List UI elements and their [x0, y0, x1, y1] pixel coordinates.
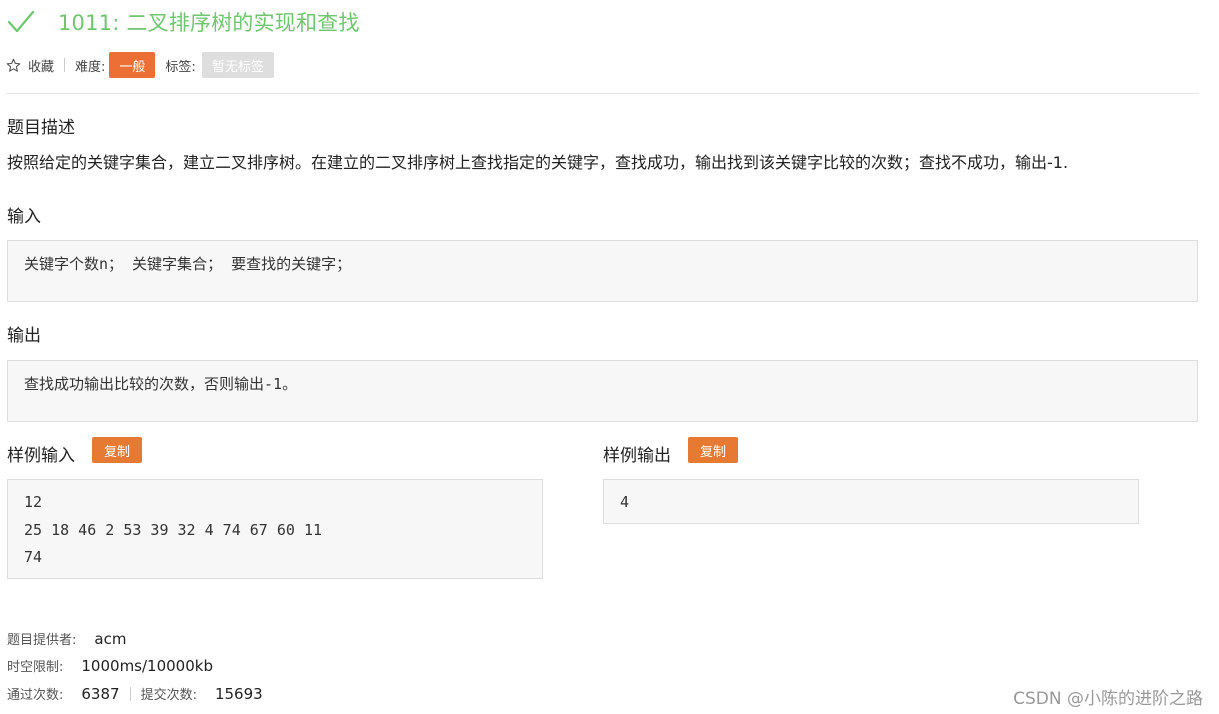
accepted-label: 通过次数:: [7, 688, 64, 703]
favorite-button[interactable]: 收藏: [6, 56, 54, 75]
input-description-text: 关键字个数n； 关键字集合； 要查找的关键字；: [24, 255, 352, 273]
description-heading: 题目描述: [7, 118, 75, 138]
output-heading: 输出: [7, 326, 41, 346]
sample-output-line: 4: [620, 493, 630, 511]
provider-value: acm: [94, 629, 127, 648]
submitted-value: 15693: [214, 684, 263, 703]
provider-row: 题目提供者: acm: [7, 629, 127, 649]
limit-value: 1000ms/10000kb: [81, 656, 213, 675]
submission-stats-row: 通过次数: 6387 提交次数: 15693: [7, 684, 263, 704]
input-description-box: 关键字个数n； 关键字集合； 要查找的关键字；: [7, 240, 1198, 302]
input-heading: 输入: [7, 207, 41, 227]
description-text: 按照给定的关键字集合，建立二叉排序树。在建立的二叉排序树上查找指定的关键字，查找…: [7, 153, 1069, 172]
meta-row: 收藏 难度: 一般 标签: 暂无标签: [6, 52, 274, 78]
sample-input-heading: 样例输入: [7, 446, 75, 466]
provider-label: 题目提供者:: [7, 633, 77, 648]
favorite-label: 收藏: [28, 59, 55, 75]
limit-row: 时空限制: 1000ms/10000kb: [7, 656, 213, 676]
stats-divider: [129, 686, 131, 701]
tags-badge: 暂无标签: [201, 52, 274, 78]
header-divider: [6, 93, 1199, 94]
check-icon: [7, 10, 35, 33]
problem-page: 1011: 二叉排序树的实现和查找 收藏 难度: 一般 标签: 暂无标签 题目描…: [0, 0, 1219, 714]
sample-input-lines: 12 25 18 46 2 53 39 32 4 74 67 60 11 74: [24, 489, 322, 572]
limit-label: 时空限制:: [7, 660, 64, 675]
copy-sample-output-button[interactable]: 复制: [688, 437, 738, 463]
difficulty-badge: 一般: [109, 52, 156, 78]
sample-input-line: 12: [24, 493, 43, 511]
sample-input-line: 25 18 46 2 53 39 32 4 74 67 60 11: [24, 520, 323, 539]
sample-input-box: 12 25 18 46 2 53 39 32 4 74 67 60 11 74: [7, 479, 543, 579]
difficulty-label: 难度:: [75, 59, 106, 75]
title-row: 1011: 二叉排序树的实现和查找: [6, 4, 360, 40]
output-description-box: 查找成功输出比较的次数，否则输出-1。: [7, 360, 1198, 422]
sample-output-lines: 4: [620, 489, 629, 517]
star-icon: [6, 58, 21, 72]
sample-input-line: 74: [24, 548, 43, 566]
tags-label: 标签:: [165, 59, 196, 75]
sample-output-box: 4: [603, 479, 1139, 524]
watermark: CSDN @小陈的进阶之路: [1013, 689, 1203, 709]
submitted-label: 提交次数:: [140, 688, 197, 703]
output-description-text: 查找成功输出比较的次数，否则输出-1。: [24, 375, 298, 393]
copy-sample-input-button[interactable]: 复制: [92, 437, 142, 463]
sample-output-heading: 样例输出: [603, 446, 671, 466]
accepted-value: 6387: [81, 684, 120, 703]
problem-title: 1011: 二叉排序树的实现和查找: [58, 11, 360, 35]
meta-divider: [64, 58, 66, 72]
